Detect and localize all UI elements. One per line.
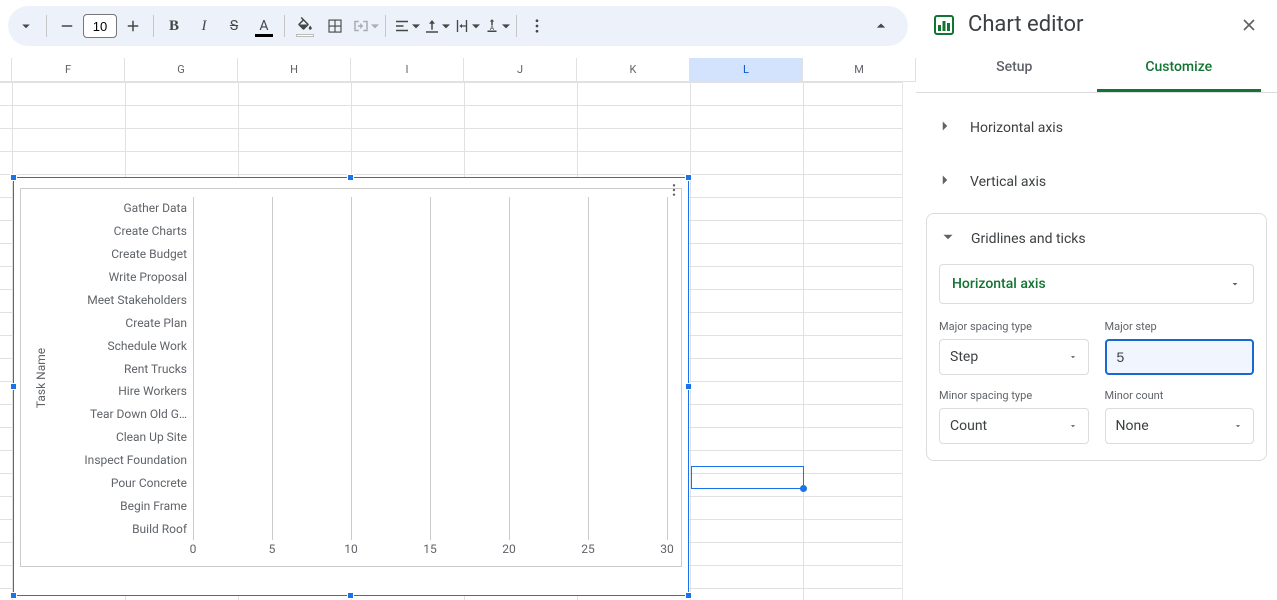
major-spacing-type-select[interactable]: Step [939,339,1089,375]
y-category-label: Create Budget [61,247,187,261]
text-wrap-button[interactable] [452,12,480,40]
y-axis-title: Task Name [34,347,48,407]
resize-handle[interactable] [347,174,354,181]
spreadsheet-grid[interactable]: FGHIJKLM Task Name Gath [0,58,916,600]
section-gridlines-toggle[interactable]: Gridlines and ticks [927,214,1266,264]
chevron-down-icon [939,228,957,250]
x-tick-label: 5 [269,542,276,556]
column-header[interactable]: J [464,58,577,81]
y-category-label: Build Roof [61,522,187,536]
y-category-label: Begin Frame [61,499,187,513]
major-step-label: Major step [1105,320,1255,333]
column-header[interactable]: H [238,58,351,81]
column-header[interactable]: K [577,58,690,81]
y-category-label: Hire Workers [61,384,187,398]
minor-count-select[interactable]: None [1105,408,1255,444]
x-tick-label: 10 [344,542,358,556]
major-step-input[interactable] [1105,339,1255,375]
vertical-scrollbar[interactable] [902,82,916,600]
minor-spacing-type-select[interactable]: Count [939,408,1089,444]
section-gridlines: Gridlines and ticks Horizontal axis Majo… [926,213,1267,461]
resize-handle[interactable] [685,174,692,181]
column-header[interactable]: G [125,58,238,81]
resize-handle[interactable] [685,592,692,599]
more-toolbar-button[interactable] [523,12,551,40]
tab-customize[interactable]: Customize [1097,45,1262,92]
column-header[interactable]: L [690,58,803,81]
resize-handle[interactable] [347,592,354,599]
italic-button[interactable]: I [190,12,218,40]
y-category-label: Create Plan [61,316,187,330]
font-size-input[interactable] [83,14,117,38]
zoom-dropdown[interactable] [12,12,40,40]
resize-handle[interactable] [10,383,17,390]
resize-handle[interactable] [10,174,17,181]
bold-button[interactable]: B [160,12,188,40]
dropdown-icon [1233,421,1243,431]
major-spacing-type-label: Major spacing type [939,320,1089,333]
y-category-label: Clean Up Site [61,430,187,444]
vertical-align-button[interactable] [422,12,450,40]
dropdown-icon [1068,352,1078,362]
y-category-label: Pour Concrete [61,476,187,490]
y-category-label: Meet Stakeholders [61,293,187,307]
y-category-label: Inspect Foundation [61,453,187,467]
y-category-label: Tear Down Old G… [61,407,187,421]
gridlines-axis-select[interactable]: Horizontal axis [939,264,1254,304]
selected-cell[interactable] [691,466,804,489]
minor-spacing-type-label: Minor spacing type [939,389,1089,402]
resize-handle[interactable] [685,383,692,390]
y-category-label: Rent Trucks [61,362,187,376]
y-category-label: Write Proposal [61,270,187,284]
dropdown-icon [1068,421,1078,431]
x-tick-label: 25 [581,542,595,556]
x-tick-label: 0 [190,542,197,556]
x-tick-label: 30 [660,542,674,556]
borders-button[interactable] [321,12,349,40]
close-sidebar-button[interactable] [1237,13,1261,37]
svg-text:A: A [489,24,494,32]
text-rotation-button[interactable]: A [482,12,510,40]
text-color-button[interactable]: A [250,12,278,40]
section-vertical-axis[interactable]: Vertical axis [916,155,1277,209]
y-category-label: Schedule Work [61,339,187,353]
horizontal-align-button[interactable] [392,12,420,40]
merge-cells-button[interactable] [351,12,379,40]
toolbar: B I S A A [8,6,908,46]
embedded-chart[interactable]: Task Name Gather Data Create Charts Create… [13,177,689,596]
x-tick-label: 15 [423,542,437,556]
y-category-label: Gather Data [61,201,187,215]
resize-handle[interactable] [10,592,17,599]
minor-count-label: Minor count [1105,389,1255,402]
column-header[interactable]: M [803,58,916,81]
sidebar-title: Chart editor [968,12,1225,37]
strikethrough-button[interactable]: S [220,12,248,40]
column-header[interactable]: F [12,58,125,81]
decrease-font-size-button[interactable] [53,12,81,40]
x-tick-label: 20 [502,542,516,556]
y-category-label: Create Charts [61,224,187,238]
chevron-right-icon [936,117,954,139]
chevron-right-icon [936,171,954,193]
fill-color-button[interactable] [291,12,319,40]
tab-setup[interactable]: Setup [932,45,1097,92]
section-horizontal-axis[interactable]: Horizontal axis [916,101,1277,155]
dropdown-icon [1229,278,1241,290]
chart-editor-panel: Chart editor Setup Customize Horizontal … [916,0,1277,600]
increase-font-size-button[interactable] [119,12,147,40]
collapse-toolbar-button[interactable] [866,11,896,41]
column-header[interactable]: I [351,58,464,81]
chart-editor-icon [932,13,956,37]
